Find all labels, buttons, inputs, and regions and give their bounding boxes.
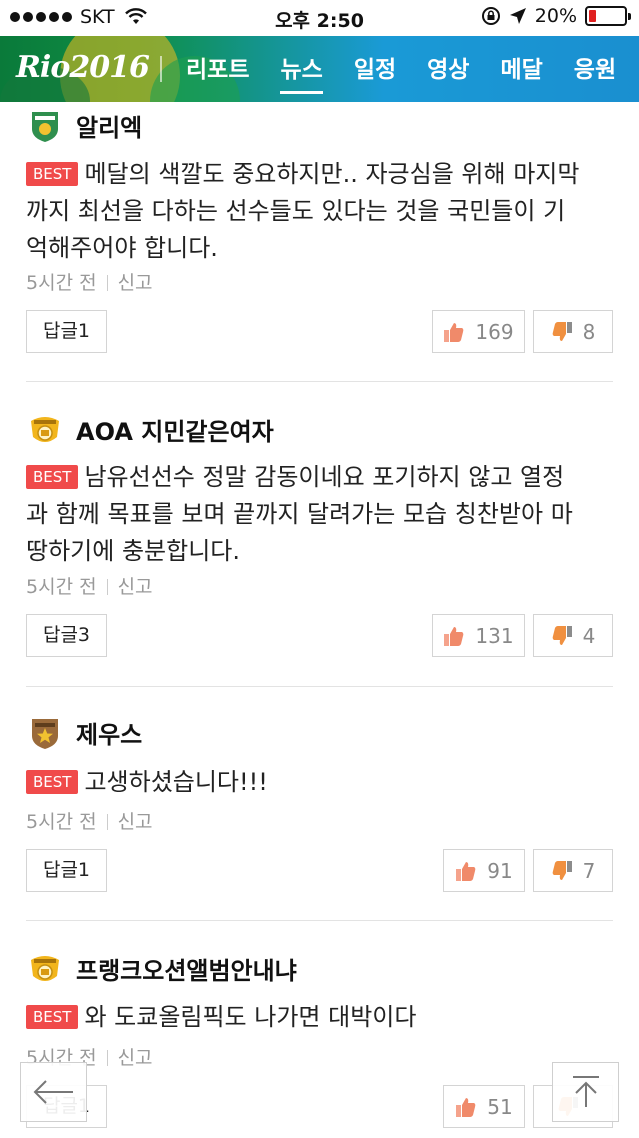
- comment-text: BEST 고생하셨습니다!!!: [26, 764, 616, 801]
- tab-schedule[interactable]: 일정: [354, 50, 396, 90]
- like-count: 91: [487, 858, 513, 883]
- master-badge-icon: [31, 416, 59, 442]
- like-count: 169: [475, 319, 514, 344]
- battery-icon: [585, 6, 631, 26]
- comment-line: 까지 최선을 다하는 선수들도 있다는 것을 국민들이 기: [26, 197, 566, 225]
- comment-author: 알리엑: [28, 108, 142, 143]
- comment-line: 남유선선수 정말 감동이네요 포기하지 않고 열정: [84, 463, 565, 491]
- dislike-count: 8: [582, 319, 596, 344]
- dislike-button[interactable]: 8: [533, 310, 613, 353]
- report-link[interactable]: 신고: [118, 811, 153, 833]
- dislike-button[interactable]: 4: [533, 614, 613, 657]
- thumbs-down-icon: [552, 625, 572, 645]
- reply-button[interactable]: 답글1: [26, 310, 107, 353]
- thumbs-up-icon: [444, 322, 464, 342]
- tab-cheer[interactable]: 응원: [574, 50, 616, 90]
- rio-nav-bar: Rio2016 리포트 뉴스 일정 영상 메달 응원: [0, 36, 639, 102]
- best-badge: BEST: [26, 1005, 79, 1029]
- comment-line: 땅하기에 충분합니다.: [26, 537, 240, 565]
- comment-time: 5시간 전: [26, 272, 97, 294]
- comment-meta: 5시간 전 신고: [26, 572, 153, 599]
- comment-line: 고생하셨습니다!!!: [84, 768, 268, 796]
- comment-time: 5시간 전: [26, 576, 97, 598]
- comment-divider: [26, 381, 613, 382]
- best-badge: BEST: [26, 162, 79, 186]
- dislike-count: 7: [582, 858, 596, 883]
- comment-divider: [26, 686, 613, 687]
- comment-text: BEST 메달의 색깔도 중요하지만.. 자긍심을 위해 마지막 까지 최선을 다…: [26, 156, 616, 267]
- thumbs-up-icon: [456, 1097, 476, 1117]
- best-badge: BEST: [26, 770, 79, 794]
- reply-button[interactable]: 답글3: [26, 614, 107, 657]
- like-count: 51: [487, 1094, 513, 1119]
- like-count: 131: [475, 623, 514, 648]
- battery-percent: 20%: [534, 5, 577, 27]
- author-name[interactable]: 제우스: [76, 715, 142, 750]
- dislike-button[interactable]: 7: [533, 849, 613, 892]
- best-badge: BEST: [26, 465, 79, 489]
- like-button[interactable]: 169: [432, 310, 525, 353]
- like-button[interactable]: 91: [443, 849, 525, 892]
- thumbs-up-icon: [444, 626, 464, 646]
- comment-meta: 5시간 전 신고: [26, 807, 153, 834]
- nav-divider: [160, 56, 162, 82]
- like-button[interactable]: 131: [432, 614, 525, 657]
- tab-video[interactable]: 영상: [427, 50, 469, 90]
- comment-line: 메달의 색깔도 중요하지만.. 자긍심을 위해 마지막: [84, 160, 580, 188]
- like-button[interactable]: 51: [443, 1085, 525, 1128]
- report-link[interactable]: 신고: [118, 272, 153, 294]
- tab-report[interactable]: 리포트: [186, 50, 249, 90]
- comment-text: BEST 남유선선수 정말 감동이네요 포기하지 않고 열정 과 함께 목표를 보…: [26, 459, 616, 570]
- location-arrow-icon: [509, 8, 526, 24]
- comment-line: 와 도쿄올림픽도 나가면 대박이다: [84, 1003, 417, 1031]
- comment-author: AOA 지민같은여자: [28, 412, 274, 447]
- status-right: 20%: [481, 5, 631, 27]
- master-badge-icon: [31, 955, 59, 981]
- tab-news[interactable]: 뉴스: [280, 50, 324, 94]
- reply-button[interactable]: 답글1: [26, 849, 107, 892]
- thumbs-down-icon: [552, 860, 572, 880]
- senior-badge-icon: [32, 718, 58, 749]
- tab-medal[interactable]: 메달: [500, 50, 542, 90]
- battery-level: [589, 10, 596, 22]
- status-bar: SKT 오후 2:50 20%: [0, 0, 639, 36]
- thumbs-up-icon: [456, 861, 476, 881]
- comment-line: 억해주어야 합니다.: [26, 234, 218, 262]
- author-name[interactable]: 알리엑: [76, 108, 142, 143]
- dislike-count: 4: [582, 623, 596, 648]
- rio2016-logo[interactable]: Rio2016: [16, 50, 150, 85]
- comment-meta: 5시간 전 신고: [26, 268, 153, 295]
- amateur-badge-icon: [32, 111, 58, 142]
- comment-author: 프랭크오션앨범안내냐: [28, 951, 297, 986]
- author-name[interactable]: 프랭크오션앨범안내냐: [76, 951, 297, 986]
- arrow-up-top-icon: [572, 1076, 599, 1107]
- comment-author: 제우스: [28, 715, 142, 750]
- comment-time: 5시간 전: [26, 811, 97, 833]
- report-link[interactable]: 신고: [118, 1047, 153, 1069]
- back-button[interactable]: [20, 1062, 87, 1122]
- comment-text: BEST 와 도쿄올림픽도 나가면 대박이다: [26, 999, 616, 1036]
- thumbs-down-icon: [552, 321, 572, 341]
- rotation-lock-icon: [481, 7, 500, 25]
- author-name[interactable]: AOA 지민같은여자: [76, 412, 274, 447]
- nav-tabs: 리포트 뉴스 일정 영상 메달 응원: [186, 50, 616, 94]
- arrow-left-icon: [33, 1080, 73, 1104]
- report-link[interactable]: 신고: [118, 576, 153, 598]
- comment-divider: [26, 920, 613, 921]
- comment-line: 과 함께 목표를 보며 끝까지 달려가는 모습 칭찬받아 마: [26, 500, 573, 528]
- scroll-top-button[interactable]: [552, 1062, 619, 1122]
